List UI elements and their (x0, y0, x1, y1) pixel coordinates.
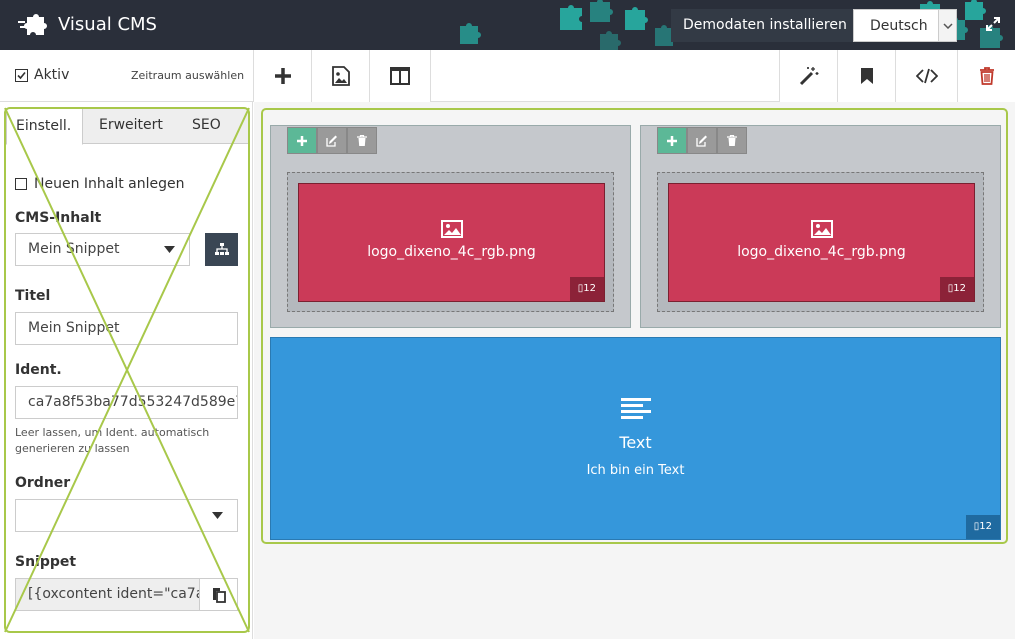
tab-seo[interactable]: SEO (192, 108, 221, 144)
copy-icon (212, 587, 226, 603)
settings-sidebar: Einstell. Erweitert SEO Neuen Inhalt anl… (0, 102, 253, 639)
image-filename: logo_dixeno_4c_rgb.png (737, 244, 906, 260)
column-block[interactable]: logo_dixeno_4c_rgb.png ▯12 (270, 125, 631, 328)
add-to-column-button[interactable] (657, 127, 687, 154)
language-selected-value: Deutsch (870, 17, 928, 34)
plus-icon (667, 135, 677, 146)
column-tools (287, 127, 377, 154)
cms-content-selected-value: Mein Snippet (28, 241, 120, 257)
add-media-button[interactable] (311, 50, 369, 102)
fullscreen-icon[interactable] (985, 16, 1001, 36)
column-width-badge: ▯12 (965, 515, 1000, 539)
editor-canvas: logo_dixeno_4c_rgb.png ▯12 logo_dixeno_4… (254, 102, 1015, 639)
folder-select[interactable] (15, 499, 238, 532)
image-element[interactable]: logo_dixeno_4c_rgb.png ▯12 (298, 183, 605, 302)
columns-icon (390, 67, 410, 85)
magic-wand-button[interactable] (779, 50, 837, 102)
sitemap-icon (214, 243, 229, 255)
trash-icon (979, 67, 994, 85)
text-element-title: Text (619, 433, 652, 452)
delete-column-button[interactable] (717, 127, 747, 154)
align-left-icon (621, 398, 651, 419)
language-select[interactable]: Deutsch (853, 9, 957, 42)
caret-down-icon (164, 246, 175, 253)
puzzle-logo-icon (18, 14, 47, 35)
magic-wand-icon (799, 67, 818, 86)
text-element-content: Ich bin ein Text (586, 463, 685, 478)
delete-column-button[interactable] (347, 127, 377, 154)
bookmark-icon (860, 68, 873, 84)
copy-snippet-button[interactable] (199, 578, 238, 611)
snippet-label: Snippet (15, 554, 77, 570)
image-filename: logo_dixeno_4c_rgb.png (367, 244, 536, 260)
code-icon (915, 68, 938, 84)
edit-icon (326, 135, 337, 147)
columns-layout-button[interactable] (369, 50, 431, 102)
column-width-badge: ▯12 (939, 277, 974, 301)
text-element[interactable]: Text Ich bin ein Text ▯12 (270, 337, 1001, 540)
folder-label: Ordner (15, 475, 71, 491)
edit-column-button[interactable] (317, 127, 347, 154)
content-tree-button[interactable] (205, 233, 238, 266)
column-dropzone: logo_dixeno_4c_rgb.png ▯12 (287, 172, 614, 312)
plus-icon (297, 135, 307, 146)
trash-icon (357, 135, 367, 146)
column-tools (657, 127, 747, 154)
install-demo-data-button[interactable]: Demodaten installieren (671, 9, 859, 42)
title-input[interactable]: Mein Snippet (15, 312, 238, 345)
delete-button[interactable] (957, 50, 1015, 102)
row-container[interactable]: logo_dixeno_4c_rgb.png ▯12 logo_dixeno_4… (261, 108, 1008, 544)
sidebar-tabs: Einstell. Erweitert SEO (6, 108, 248, 145)
app-header: Visual CMS Demodaten installieren Deutsc… (0, 0, 1015, 50)
tab-advanced[interactable]: Erweitert (99, 108, 163, 144)
plus-icon (274, 68, 291, 84)
add-to-column-button[interactable] (287, 127, 317, 154)
image-file-icon (331, 66, 350, 86)
cms-content-label: CMS-Inhalt (15, 210, 102, 226)
edit-column-button[interactable] (687, 127, 717, 154)
trash-icon (727, 135, 737, 146)
image-icon (811, 220, 833, 238)
ident-hint: Leer lassen, um Ident. automatisch gener… (15, 426, 210, 455)
caret-down-icon (212, 512, 223, 519)
active-label: Aktiv (34, 67, 70, 83)
source-code-button[interactable] (895, 50, 957, 102)
ident-input[interactable]: ca7a8f53ba77d553247d589e7 (15, 386, 238, 419)
tab-settings[interactable]: Einstell. (6, 108, 83, 145)
add-element-button[interactable] (253, 50, 311, 102)
title-label: Titel (15, 288, 51, 304)
image-element[interactable]: logo_dixeno_4c_rgb.png ▯12 (668, 183, 975, 302)
column-block[interactable]: logo_dixeno_4c_rgb.png ▯12 (640, 125, 1001, 328)
new-content-checkbox[interactable] (15, 178, 27, 190)
timeframe-link[interactable]: Zeitraum auswählen (131, 69, 244, 82)
image-icon (441, 220, 463, 238)
edit-icon (696, 135, 707, 147)
ident-label: Ident. (15, 362, 62, 378)
cms-content-select[interactable]: Mein Snippet (15, 233, 190, 266)
brand: Visual CMS (18, 11, 157, 37)
bookmark-button[interactable] (837, 50, 895, 102)
new-content-toggle[interactable]: Neuen Inhalt anlegen (15, 176, 185, 192)
chevron-down-icon (938, 10, 956, 41)
checkbox-checked-icon[interactable] (15, 68, 28, 82)
new-content-label: Neuen Inhalt anlegen (34, 176, 185, 192)
toolbar: Aktiv Zeitraum auswählen (0, 50, 1015, 102)
snippet-code-field[interactable]: [{oxcontent ident="ca7a (15, 578, 200, 611)
column-width-badge: ▯12 (569, 277, 604, 301)
column-dropzone: logo_dixeno_4c_rgb.png ▯12 (657, 172, 984, 312)
active-toggle[interactable]: Aktiv (15, 67, 69, 83)
app-title: Visual CMS (58, 13, 157, 35)
